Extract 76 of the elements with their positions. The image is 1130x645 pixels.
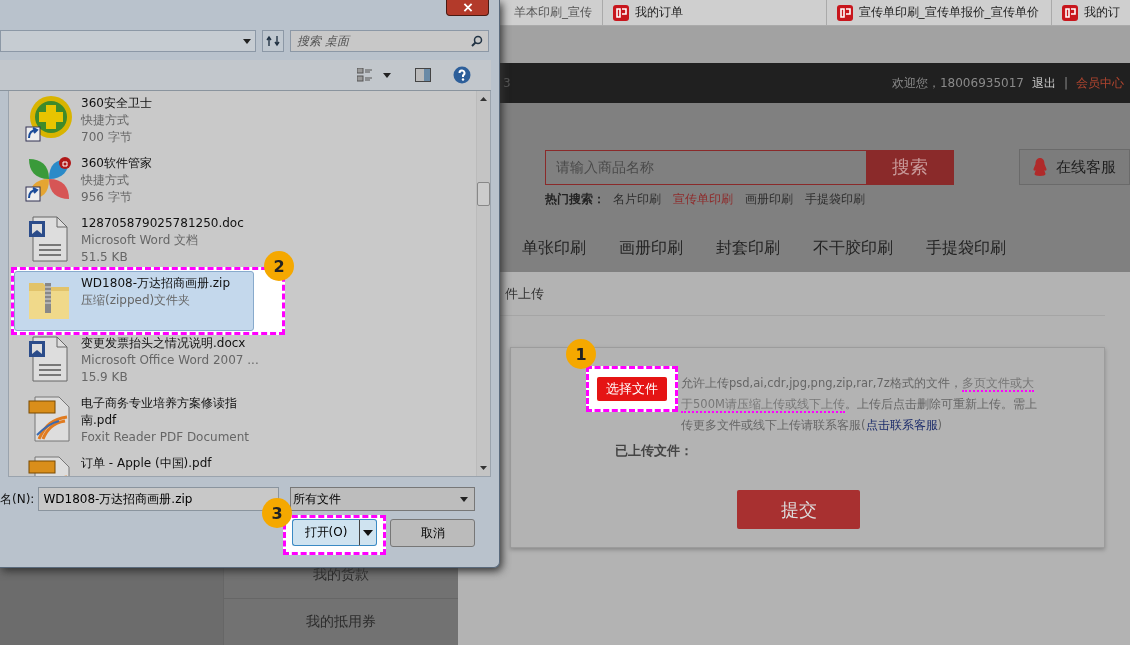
refresh-icon [266,35,280,47]
member-center-link[interactable]: 会员中心 [1076,74,1124,92]
hot-search-link[interactable]: 画册印刷 [745,191,793,208]
file-size: 700 字节 [81,129,133,146]
logo-icon [1062,4,1078,21]
open-options-button[interactable] [359,519,377,546]
nav-link[interactable]: 单张印刷 [522,238,586,259]
preview-pane-icon[interactable] [415,68,431,82]
file-type: 快捷方式 [81,172,130,189]
hot-search-link[interactable]: 手提袋印刷 [805,191,865,208]
file-size: 956 字节 [81,189,133,206]
step-badge: 1 [566,339,596,369]
browser-tab[interactable]: 我的订单 [602,0,826,25]
file-name: 订单 - Apple (中国).pdf [81,455,213,472]
file-item[interactable]: 360安全卫士 快捷方式 700 字节 [14,91,254,151]
dropdown-icon [243,38,251,44]
choose-file-button[interactable]: 选择文件 [597,377,667,401]
file-name: 360安全卫士 [81,95,153,112]
file-type: Foxit Reader PDF Document [81,429,251,446]
file-name: WD1808-万达招商画册.zip [81,275,232,292]
nav-link[interactable]: 封套印刷 [716,238,780,259]
file-size: 15.9 KB [81,369,129,386]
file-name: 360软件管家 [81,155,153,172]
hot-search-link[interactable]: 名片印刷 [613,191,661,208]
file-type: 压缩(zipped)文件夹 [81,292,192,309]
penguin-icon [1032,157,1049,177]
help-icon[interactable] [453,66,471,84]
close-icon [462,3,473,12]
file-type: Microsoft Word 文档 [81,232,200,249]
file-type: Microsoft Office Word 2007 ... [81,352,260,369]
nav-link[interactable]: 手提袋印刷 [926,238,1006,259]
file-item[interactable]: 360软件管家 快捷方式 956 字节 [14,151,254,211]
file-size: 51.5 KB [81,249,129,266]
browser-tab[interactable]: 羊本印刷_宣传 [500,0,602,25]
search-icon [471,35,483,47]
cancel-button[interactable]: 取消 [390,519,475,547]
online-service-button[interactable]: 在线客服 [1019,149,1130,185]
logout-link[interactable]: 退出 [1031,74,1056,92]
step-badge: 2 [264,251,294,281]
scroll-up-icon[interactable] [480,97,487,101]
logo-icon [613,4,629,21]
file-item[interactable]: 电子商务专业培养方案修读指南.pdf Foxit Reader PDF Document [14,391,254,451]
hot-search-label: 热门搜索： [545,191,605,208]
refresh-button[interactable] [262,30,284,52]
browser-tab[interactable]: 我的订 [1051,0,1130,25]
search-field[interactable]: 搜索 桌面 [290,30,489,52]
dropdown-icon[interactable] [383,72,391,78]
modal-title: 件上传 [505,284,544,303]
file-name: 128705879025781250.doc [81,215,245,232]
dropdown-icon [363,529,373,536]
file-name: 变更发票抬头之情况说明.docx [81,335,247,352]
welcome-text: 欢迎您，18006935017 [891,74,1024,92]
submit-button[interactable]: 提交 [737,490,860,529]
separator-text: | [1063,76,1068,90]
close-button[interactable] [446,0,489,16]
file-item[interactable]: 128705879025781250.doc Microsoft Word 文档 51.5 KB [14,211,254,271]
logo-icon [836,4,853,21]
nav-link[interactable]: 画册印刷 [619,238,683,259]
file-type-select[interactable]: 所有文件 [290,487,475,511]
nav-link[interactable]: 不干胶印刷 [813,238,893,259]
search-button[interactable]: 搜索 [866,149,955,185]
step-badge: 3 [262,498,292,528]
contact-service-link[interactable]: 点击联系客服 [865,418,938,432]
browser-tab[interactable]: 宣传单印刷_宣传单报价_宣传单价 [825,0,1051,25]
filename-label: 名(N): [0,490,35,508]
open-button[interactable]: 打开(O) [292,519,359,546]
dropdown-icon [460,496,468,502]
scrollbar-thumb[interactable] [477,181,490,206]
scrollbar[interactable] [476,91,490,476]
scroll-down-icon[interactable] [480,466,487,470]
file-name: 电子商务专业培养方案修读指南.pdf [81,395,238,429]
pdf-document-icon [25,395,73,443]
file-type: 快捷方式 [81,112,130,129]
file-item[interactable]: WD1808-万达招商画册.zip 压缩(zipped)文件夹 [14,271,254,331]
view-options-icon[interactable] [357,68,373,82]
uploaded-files-label: 已上传文件： [615,442,694,460]
